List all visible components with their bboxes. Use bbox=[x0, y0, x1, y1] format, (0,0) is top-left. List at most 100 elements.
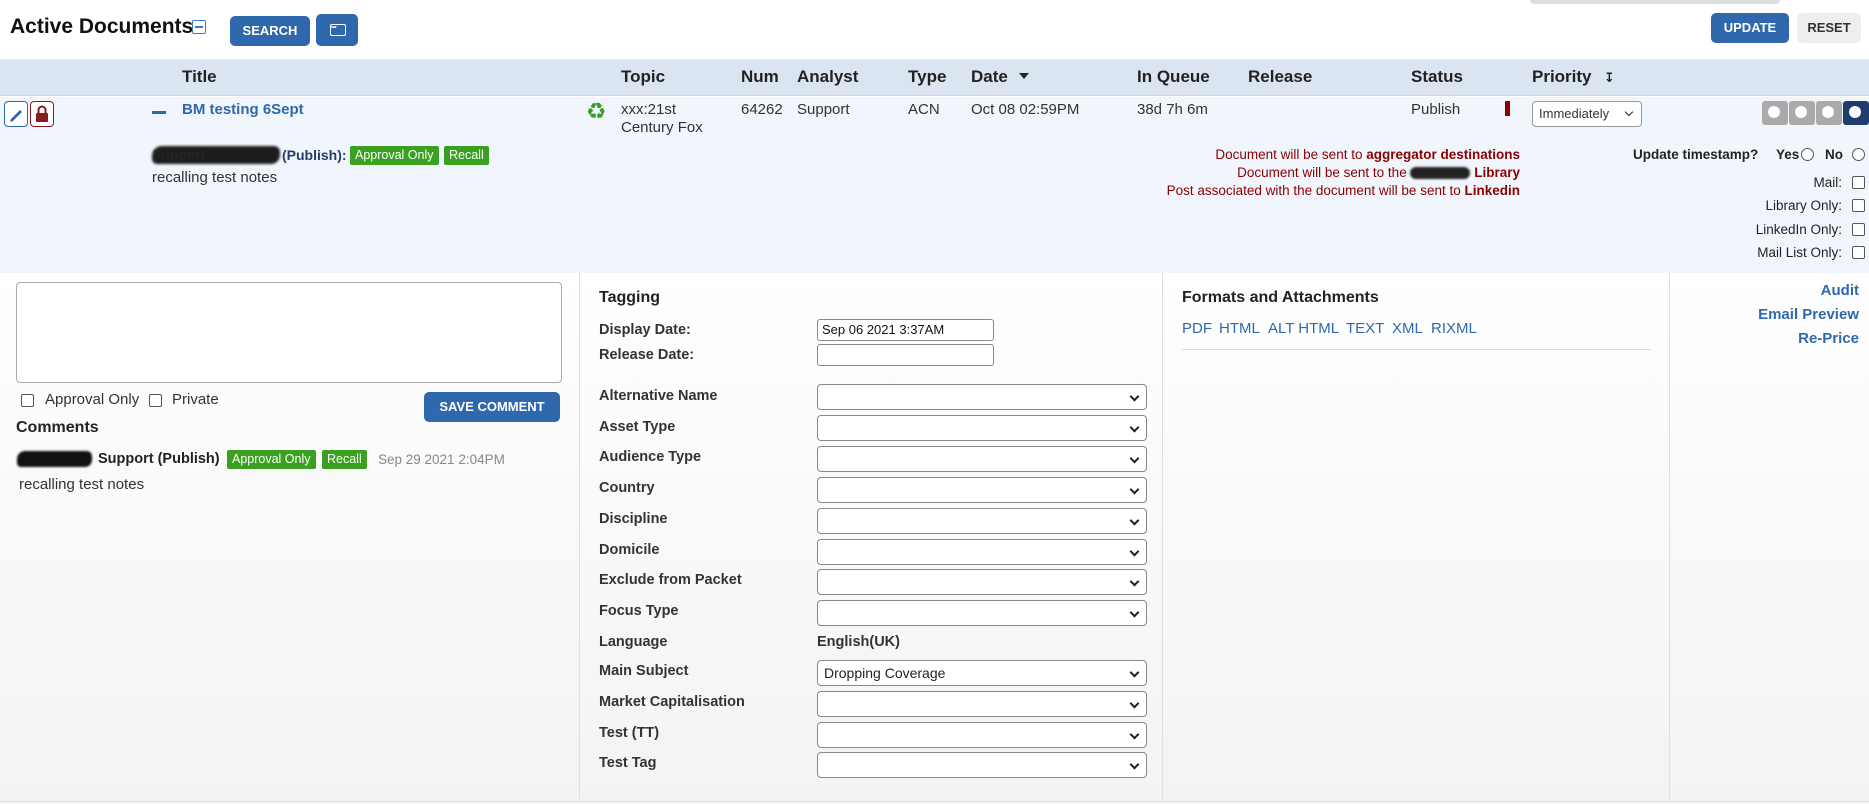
re-price-link[interactable]: Re-Price bbox=[1798, 330, 1859, 347]
approval-only-checkbox[interactable] bbox=[21, 394, 34, 407]
priority-value: Immediately bbox=[1539, 106, 1610, 121]
update-timestamp-yes-label: Yes bbox=[1776, 147, 1800, 162]
format-link-rixml[interactable]: RIXML bbox=[1431, 320, 1477, 337]
focus-type-select[interactable] bbox=[817, 600, 1147, 626]
notice-aggregator-text: Document will be sent to bbox=[1215, 147, 1367, 162]
column-header-status[interactable]: Status bbox=[1411, 67, 1463, 87]
status-flag-icon bbox=[1505, 101, 1510, 116]
format-link-pdf[interactable]: PDF bbox=[1182, 320, 1212, 337]
domicile-select[interactable] bbox=[817, 539, 1147, 565]
chevron-down-icon bbox=[1624, 107, 1634, 117]
release-date-label: Release Date: bbox=[599, 347, 695, 363]
email-preview-link[interactable]: Email Preview bbox=[1758, 306, 1859, 323]
tag-label-audience-type: Audience Type bbox=[599, 449, 702, 465]
notice-library: Document will be sent to the Library bbox=[1237, 165, 1520, 180]
priority-select[interactable]: Immediately bbox=[1532, 101, 1642, 127]
mail-checkbox[interactable] bbox=[1852, 176, 1865, 189]
chevron-down-icon bbox=[1129, 546, 1140, 557]
audit-link[interactable]: Audit bbox=[1821, 282, 1859, 299]
market-capitalisation-select[interactable] bbox=[817, 691, 1147, 717]
linkedin-only-checkbox[interactable] bbox=[1852, 223, 1865, 236]
tag-label-domicile: Domicile bbox=[599, 542, 660, 558]
audience-type-select[interactable] bbox=[817, 446, 1147, 472]
tag-label-exclude-from-packet: Exclude from Packet bbox=[599, 572, 742, 588]
column-header-analyst[interactable]: Analyst bbox=[797, 67, 858, 87]
action-circle-button-4[interactable] bbox=[1843, 101, 1869, 125]
format-link-alt-html[interactable]: ALT HTML bbox=[1268, 320, 1339, 337]
mail-list-only-checkbox[interactable] bbox=[1852, 246, 1865, 259]
column-header-in-queue[interactable]: In Queue bbox=[1137, 67, 1210, 87]
approval-only-label: Approval Only bbox=[45, 391, 140, 408]
private-label: Private bbox=[172, 391, 219, 408]
format-link-text[interactable]: TEXT bbox=[1346, 320, 1384, 337]
action-circle-button-3[interactable] bbox=[1816, 101, 1842, 125]
main-subject-select[interactable]: Dropping Coverage bbox=[817, 660, 1147, 686]
library-only-checkbox[interactable] bbox=[1852, 199, 1865, 212]
document-title-link[interactable]: BM testing 6Sept bbox=[182, 101, 304, 118]
column-header-num[interactable]: Num bbox=[741, 67, 779, 87]
column-header-type[interactable]: Type bbox=[908, 67, 946, 87]
notice-library-bold: Library bbox=[1474, 165, 1520, 180]
notice-aggregator: Document will be sent to aggregator dest… bbox=[1215, 147, 1520, 162]
redacted-commenter-name bbox=[17, 451, 92, 467]
collapse-icon[interactable] bbox=[192, 20, 206, 34]
comment-textarea[interactable] bbox=[16, 282, 562, 383]
alternative-name-select[interactable] bbox=[817, 384, 1147, 410]
formats-heading: Formats and Attachments bbox=[1182, 289, 1379, 306]
discipline-select[interactable] bbox=[817, 508, 1147, 534]
column-header-release[interactable]: Release bbox=[1248, 67, 1312, 87]
document-type: ACN bbox=[908, 101, 940, 118]
comment-approval-only-badge: Approval Only bbox=[227, 450, 316, 469]
format-link-xml[interactable]: XML bbox=[1392, 320, 1423, 337]
recall-badge: Recall bbox=[444, 146, 489, 165]
display-date-input[interactable]: Sep 06 2021 3:37AM bbox=[817, 319, 994, 341]
comment-author-role: (Publish): bbox=[282, 147, 347, 163]
pencil-icon bbox=[10, 110, 22, 122]
column-header-title[interactable]: Title bbox=[182, 67, 217, 87]
comment-author-partial: Support bbox=[152, 146, 206, 162]
library-only-label: Library Only: bbox=[1765, 198, 1842, 213]
edit-button[interactable] bbox=[4, 101, 28, 127]
action-circle-button-1[interactable] bbox=[1762, 101, 1788, 125]
search-button[interactable]: SEARCH bbox=[230, 16, 310, 46]
document-date: Oct 08 02:59PM bbox=[971, 101, 1080, 118]
reset-button[interactable]: RESET bbox=[1797, 13, 1861, 43]
tag-label-discipline: Discipline bbox=[599, 511, 668, 527]
language-value: English(UK) bbox=[817, 634, 900, 650]
save-comment-button[interactable]: SAVE COMMENT bbox=[424, 392, 560, 422]
sort-priority-icon[interactable]: ↧ bbox=[1604, 70, 1615, 86]
update-timestamp-no-radio[interactable] bbox=[1852, 148, 1865, 161]
update-button[interactable]: UPDATE bbox=[1711, 13, 1789, 43]
column-header-topic[interactable]: Topic bbox=[621, 67, 665, 87]
chevron-down-icon bbox=[1129, 729, 1140, 740]
notice-linkedin-bold: Linkedin bbox=[1464, 183, 1520, 198]
panel-divider bbox=[1162, 273, 1163, 801]
update-timestamp-yes-radio[interactable] bbox=[1801, 148, 1814, 161]
comment-bubble-button[interactable] bbox=[316, 13, 358, 46]
private-checkbox[interactable] bbox=[149, 394, 162, 407]
mail-list-only-label: Mail List Only: bbox=[1757, 245, 1842, 260]
comment-note: recalling test notes bbox=[152, 169, 278, 186]
test-tt-select[interactable] bbox=[817, 722, 1147, 748]
exclude-from-packet-select[interactable] bbox=[817, 569, 1147, 595]
country-select[interactable] bbox=[817, 477, 1147, 503]
top-popover-edge bbox=[1530, 0, 1780, 4]
row-collapse-icon[interactable] bbox=[152, 111, 166, 114]
recycle-icon[interactable]: ♻ bbox=[586, 98, 607, 125]
tag-label-focus-type: Focus Type bbox=[599, 603, 679, 619]
comment-timestamp: Sep 29 2021 2:04PM bbox=[378, 452, 505, 467]
asset-type-select[interactable] bbox=[817, 415, 1147, 441]
redacted-library-name bbox=[1410, 167, 1471, 180]
sort-desc-icon[interactable] bbox=[1019, 73, 1029, 79]
release-date-input[interactable] bbox=[817, 344, 994, 366]
chevron-down-icon bbox=[1129, 698, 1140, 709]
column-header-priority[interactable]: Priority bbox=[1532, 67, 1592, 87]
format-link-html[interactable]: HTML bbox=[1219, 320, 1260, 337]
lock-button[interactable] bbox=[30, 101, 54, 127]
action-circle-button-2[interactable] bbox=[1789, 101, 1815, 125]
column-header-date[interactable]: Date bbox=[971, 67, 1008, 87]
tag-label-language: Language bbox=[599, 634, 668, 650]
chevron-down-icon bbox=[1129, 607, 1140, 618]
notice-aggregator-bold: aggregator destinations bbox=[1366, 147, 1520, 162]
test-tag-select[interactable] bbox=[817, 752, 1147, 778]
